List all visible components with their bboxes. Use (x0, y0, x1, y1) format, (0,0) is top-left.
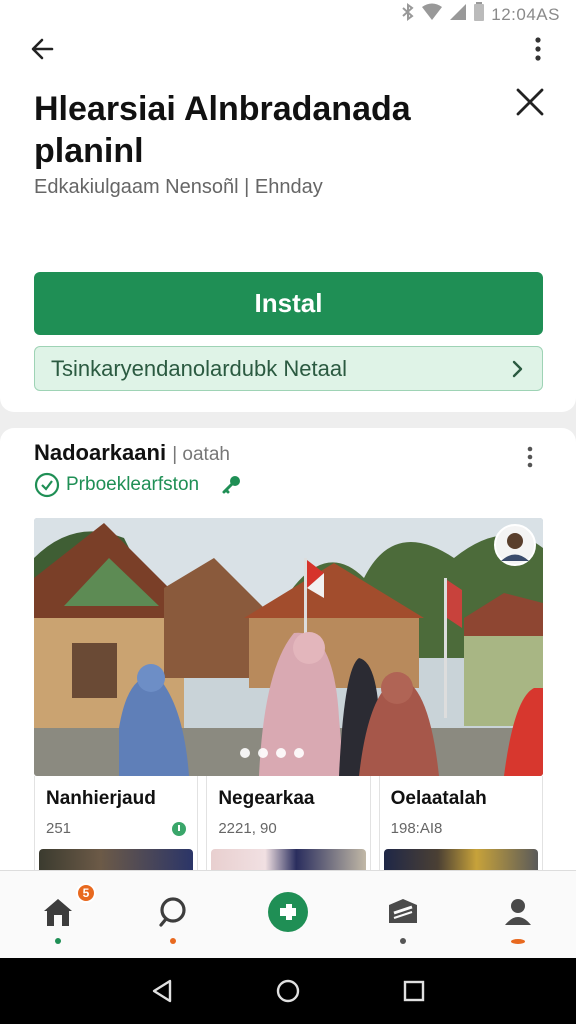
back-triangle-icon[interactable] (151, 979, 173, 1003)
check-circle-icon (34, 472, 60, 498)
post-card: Nadoarkaani | oatah Prboeklearfston Nanh… (0, 428, 576, 878)
carousel-dot[interactable] (294, 748, 304, 758)
status-bar: 12:04AS (0, 0, 576, 26)
tile-meta: 198:AI8 (391, 820, 532, 837)
system-navigation-bar (0, 958, 576, 1024)
close-icon (516, 88, 544, 116)
tile-card[interactable]: Nanhierjaud 251 (34, 776, 199, 878)
related-tiles: Nanhierjaud 251 Negearkaa 2221, 90 Oelaa… (34, 776, 543, 878)
overflow-menu-button[interactable] (526, 34, 550, 64)
tile-title: Oelaatalah (390, 788, 487, 809)
nav-indicator (400, 938, 407, 944)
add-icon (268, 892, 308, 932)
carousel-dot[interactable] (276, 748, 286, 758)
wifi-icon (421, 3, 443, 26)
tile-card[interactable]: Oelaatalah 198:AI8 (378, 776, 543, 878)
nav-profile[interactable] (461, 871, 576, 958)
verified-icon (172, 821, 187, 836)
app-header-card: Hlearsiai Alnbradanada planinl Edkakiulg… (0, 26, 576, 412)
tile-meta: 251 (46, 820, 187, 837)
post-author[interactable]: Nadoarkaani | oatah (34, 440, 230, 466)
nav-search[interactable] (115, 871, 230, 958)
tile-meta: 2221, 90 (218, 820, 359, 837)
page-subtitle: Edkakiulgaam Nensoñl | Ehnday (34, 176, 323, 198)
carousel-dot[interactable] (240, 748, 250, 758)
profile-icon (505, 899, 532, 925)
post-author-name: Nadoarkaani (34, 440, 167, 465)
secondary-action-button[interactable]: Tsinkaryendanolardubk Netaal (34, 346, 543, 391)
inbox-icon (389, 899, 418, 923)
signal-icon (449, 3, 467, 26)
nav-indicator (54, 938, 61, 944)
bottom-navigation: 5 (0, 870, 576, 958)
post-tag[interactable]: Prboeklearfston (34, 472, 245, 498)
close-button[interactable] (514, 86, 546, 118)
battery-icon (473, 2, 485, 27)
home-circle-icon[interactable] (276, 979, 300, 1003)
key-icon (222, 476, 241, 494)
page-title: Hlearsiai Alnbradanada planinl (34, 90, 411, 170)
post-author-extra: | oatah (172, 444, 230, 465)
notification-badge: 5 (76, 883, 96, 903)
more-vertical-icon (535, 37, 541, 61)
nav-indicator (511, 939, 526, 944)
chevron-right-icon (512, 360, 523, 377)
install-button[interactable]: Instal (34, 272, 543, 335)
village-photo (34, 518, 543, 776)
carousel-dot[interactable] (258, 748, 268, 758)
status-icons: 12:04AS (401, 2, 560, 27)
status-time: 12:04AS (491, 4, 560, 24)
nav-home[interactable]: 5 (0, 871, 115, 958)
tile-meta-value: 198:AI8 (390, 820, 443, 837)
nav-indicator (169, 938, 176, 944)
search-icon (159, 897, 186, 927)
carousel-dots (240, 748, 304, 758)
tile-meta-value: 2221, 90 (218, 820, 277, 837)
more-vertical-icon (527, 446, 533, 468)
tile-meta-value: 251 (46, 820, 72, 837)
home-icon (43, 899, 72, 926)
secondary-action-label: Tsinkaryendanolardubk Netaal (51, 355, 347, 381)
tile-title: Nanhierjaud (46, 788, 156, 809)
back-button[interactable] (26, 32, 60, 66)
recents-square-icon[interactable] (403, 980, 425, 1002)
nav-inbox[interactable] (346, 871, 461, 958)
nav-add[interactable] (230, 871, 345, 958)
post-more-button[interactable] (522, 442, 538, 472)
arrow-left-icon (31, 38, 54, 60)
post-tag-label: Prboeklearfston (66, 474, 200, 495)
post-photo[interactable] (34, 518, 543, 776)
bluetooth-icon (401, 3, 415, 26)
tile-title: Negearkaa (218, 788, 315, 809)
tile-card[interactable]: Negearkaa 2221, 90 (206, 776, 371, 878)
